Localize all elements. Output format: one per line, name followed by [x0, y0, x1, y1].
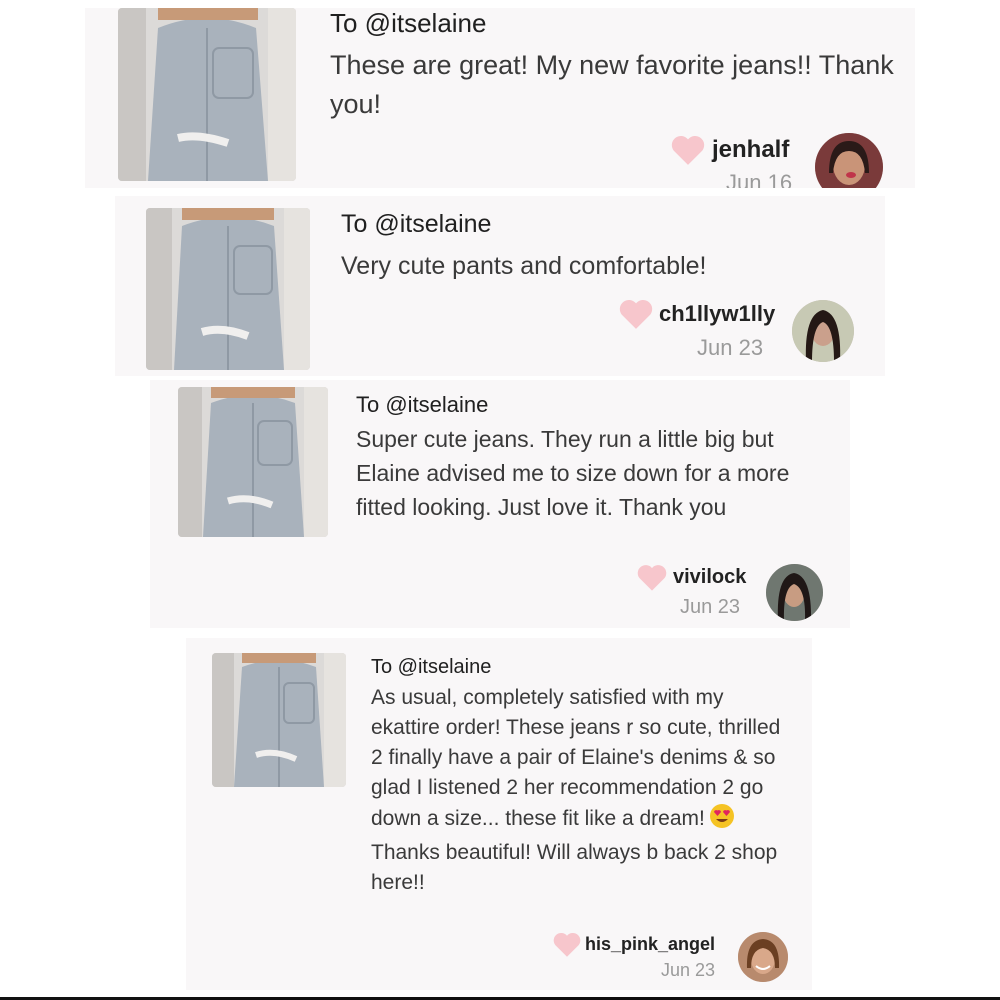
avatar[interactable]	[738, 932, 788, 982]
username[interactable]: his_pink_angel	[585, 934, 715, 955]
review-date: Jun 16	[726, 170, 793, 188]
product-thumbnail[interactable]	[178, 387, 328, 537]
review-card: To @itselaine As usual, completely satis…	[186, 638, 812, 990]
product-thumbnail[interactable]	[118, 8, 296, 181]
jeans-icon	[146, 208, 310, 370]
review-message: These are great! My new favorite jeans!!…	[330, 50, 894, 119]
username[interactable]: vivilock	[673, 566, 746, 589]
review-date: Jun 23	[680, 596, 741, 618]
username[interactable]: ch1llyw1lly	[659, 301, 775, 327]
heart-icon[interactable]	[619, 299, 653, 329]
product-thumbnail[interactable]	[146, 208, 310, 370]
review-message: Super cute jeans. They run a little big …	[356, 426, 790, 520]
review-card: To @itselaine These are great! My new fa…	[85, 8, 915, 188]
avatar[interactable]	[766, 564, 823, 621]
review-message-text: Thanks beautiful! Will always b back 2 s…	[371, 841, 778, 894]
jeans-icon	[178, 387, 328, 537]
recipient-label: To @itselaine	[356, 392, 489, 417]
recipient-label: To @itselaine	[341, 210, 492, 238]
review-card: To @itselaine Very cute pants and comfor…	[115, 196, 885, 376]
review-message: As usual, completely satisfied with my e…	[371, 683, 796, 898]
heart-icon[interactable]	[671, 135, 705, 165]
review-card: To @itselaine Super cute jeans. They run…	[150, 380, 850, 628]
recipient-label: To @itselaine	[330, 8, 487, 38]
heart-icon[interactable]	[553, 932, 581, 957]
username[interactable]: jenhalf	[712, 136, 789, 164]
heart-icon[interactable]	[637, 564, 667, 591]
review-message: Very cute pants and comfortable!	[341, 252, 707, 280]
review-date: Jun 23	[697, 335, 764, 360]
avatar[interactable]	[815, 133, 883, 188]
review-date: Jun 23	[661, 960, 716, 980]
heart-eyes-emoji-icon	[709, 803, 735, 838]
recipient-label: To @itselaine	[371, 656, 492, 678]
product-thumbnail[interactable]	[212, 653, 346, 787]
jeans-icon	[212, 653, 346, 787]
avatar[interactable]	[792, 300, 854, 362]
jeans-icon	[118, 8, 296, 181]
